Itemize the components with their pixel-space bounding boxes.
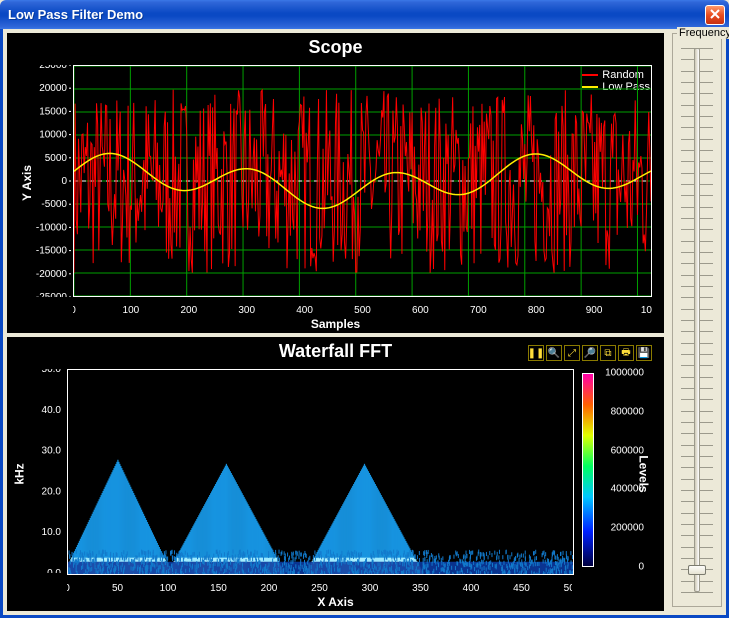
- svg-text:-20000: -20000: [36, 269, 68, 280]
- main-panels: Scope Y Axis Samples Random Low Pass -25…: [3, 29, 668, 615]
- svg-text:0: 0: [61, 176, 67, 187]
- waterfall-colorbar-ticks: 02000004000006000008000001000000: [598, 373, 644, 567]
- svg-text:50.0: 50.0: [42, 369, 62, 375]
- waterfall-colorbar: [582, 373, 594, 567]
- pause-icon[interactable]: ❚❚: [528, 345, 544, 361]
- svg-text:-10000: -10000: [36, 222, 68, 233]
- svg-text:350: 350: [412, 583, 429, 594]
- scope-chart: Scope Y Axis Samples Random Low Pass -25…: [7, 33, 664, 333]
- svg-text:0.0: 0.0: [47, 568, 61, 573]
- svg-text:50: 50: [112, 583, 124, 594]
- scope-svg: [74, 66, 651, 296]
- waterfall-plot-area[interactable]: [67, 369, 574, 575]
- client-area: Scope Y Axis Samples Random Low Pass -25…: [0, 29, 729, 618]
- svg-text:300: 300: [238, 305, 255, 316]
- frequency-label: Frequency:: [677, 27, 729, 39]
- close-button[interactable]: [705, 5, 725, 25]
- svg-text:-5000: -5000: [41, 199, 67, 210]
- svg-text:200: 200: [180, 305, 197, 316]
- svg-text:300: 300: [362, 583, 379, 594]
- window-title: Low Pass Filter Demo: [8, 7, 143, 22]
- waterfall-toolbar: ❚❚ 🔍 ⤢ 🔎 ⧉ 🖶 💾: [528, 345, 652, 361]
- svg-text:250: 250: [311, 583, 328, 594]
- svg-text:600: 600: [412, 305, 429, 316]
- waterfall-y-ticks: 0.0 10.0 20.0 30.0 40.0 50.0: [7, 369, 65, 573]
- svg-text:15000: 15000: [39, 106, 67, 117]
- svg-text:5000: 5000: [45, 153, 68, 164]
- waterfall-chart: Waterfall FFT kHz X Axis Levels ❚❚ 🔍 ⤢ 🔎…: [7, 337, 664, 611]
- svg-text:10.0: 10.0: [42, 527, 62, 538]
- scope-x-ticks: 0 100 200 300 400 500 600 700 800 900 1000: [73, 299, 652, 317]
- frequency-sidebar: Frequency:: [668, 29, 726, 615]
- svg-text:25000: 25000: [39, 65, 67, 71]
- svg-text:200: 200: [261, 583, 278, 594]
- frequency-slider-thumb[interactable]: [688, 565, 706, 575]
- scope-title: Scope: [7, 33, 664, 58]
- svg-text:20000: 20000: [39, 83, 67, 94]
- zoom-reset-icon[interactable]: ⤢: [564, 345, 580, 361]
- svg-text:0: 0: [73, 305, 76, 316]
- svg-text:900: 900: [586, 305, 603, 316]
- svg-text:400: 400: [296, 305, 313, 316]
- svg-text:30.0: 30.0: [42, 446, 62, 457]
- waterfall-x-ticks: 0 50 100 150 200 250 300 350 400 450 500: [67, 577, 572, 595]
- frequency-slider-track[interactable]: [694, 48, 700, 592]
- frequency-group: Frequency:: [672, 33, 722, 607]
- zoom-out-icon[interactable]: 🔎: [582, 345, 598, 361]
- svg-text:450: 450: [513, 583, 530, 594]
- svg-text:700: 700: [470, 305, 487, 316]
- scope-y-ticks: -25000 -20000 -15000 -10000 -5000 0 5000 10000 1…: [7, 65, 71, 297]
- svg-text:100: 100: [123, 305, 140, 316]
- save-icon[interactable]: 💾: [636, 345, 652, 361]
- svg-text:400: 400: [463, 583, 480, 594]
- svg-text:20.0: 20.0: [42, 486, 62, 497]
- svg-text:500: 500: [354, 305, 371, 316]
- svg-text:150: 150: [210, 583, 227, 594]
- scope-x-axis-label: Samples: [311, 317, 360, 331]
- close-icon: [710, 8, 720, 22]
- svg-text:0: 0: [67, 583, 70, 594]
- svg-text:40.0: 40.0: [42, 405, 62, 416]
- svg-text:500: 500: [564, 583, 572, 594]
- svg-text:10000: 10000: [39, 130, 67, 141]
- svg-text:100: 100: [160, 583, 177, 594]
- svg-text:-15000: -15000: [36, 246, 68, 257]
- waterfall-x-axis-label: X Axis: [317, 595, 353, 609]
- svg-text:1000: 1000: [641, 305, 652, 316]
- waterfall-svg: [68, 370, 573, 574]
- scope-plot-area[interactable]: [73, 65, 652, 297]
- title-bar: Low Pass Filter Demo: [0, 0, 729, 29]
- print-icon[interactable]: 🖶: [618, 345, 634, 361]
- zoom-in-icon[interactable]: 🔍: [546, 345, 562, 361]
- svg-text:800: 800: [528, 305, 545, 316]
- copy-icon[interactable]: ⧉: [600, 345, 616, 361]
- svg-text:-25000: -25000: [36, 292, 68, 297]
